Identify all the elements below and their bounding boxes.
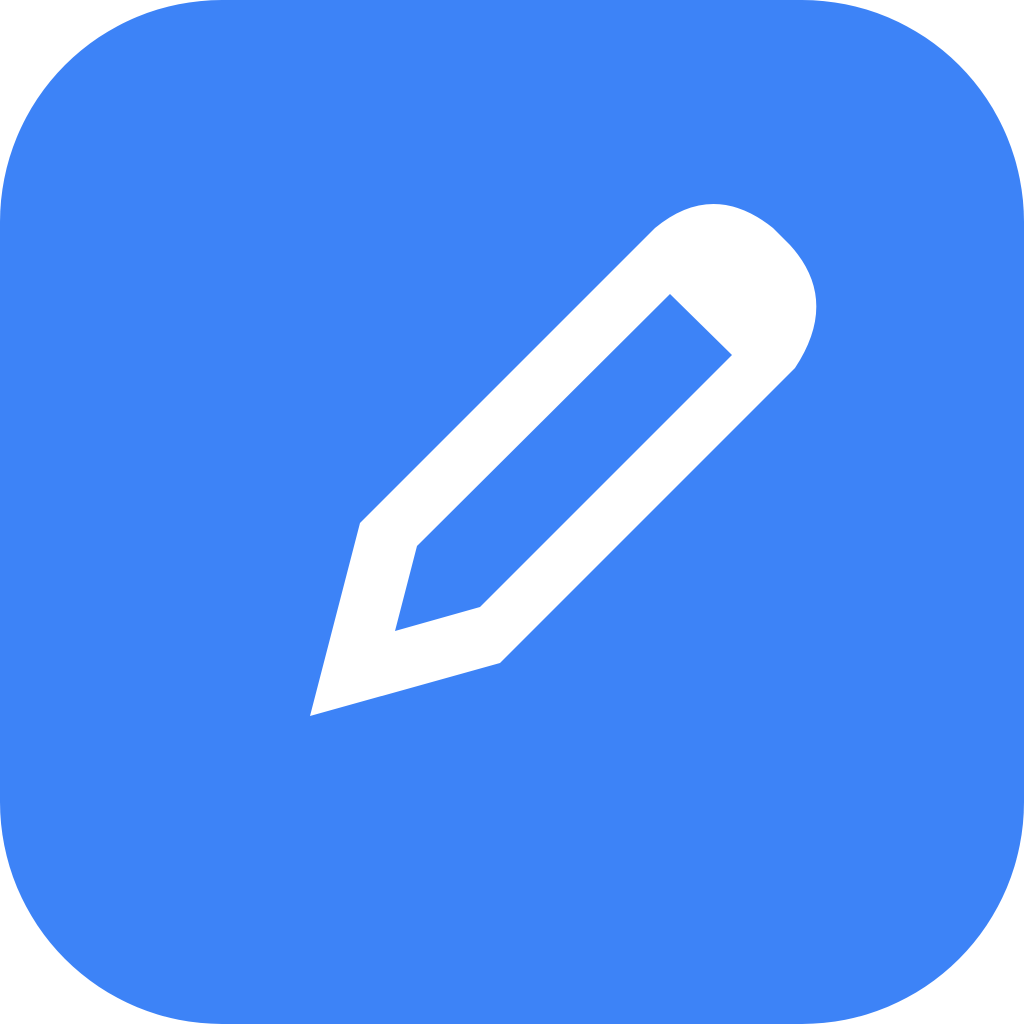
pencil-outline [310,204,817,716]
pencil-icon [310,204,817,716]
app-icon[interactable] [0,0,1024,1024]
